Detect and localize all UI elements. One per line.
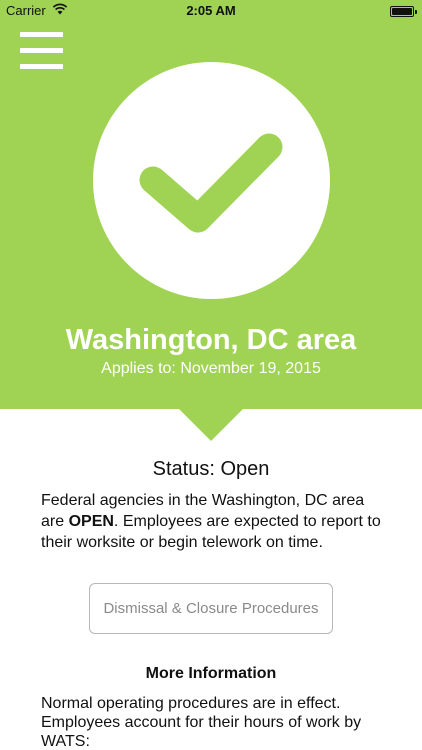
status-emphasis: OPEN <box>68 513 114 530</box>
menu-bar <box>20 64 63 69</box>
status-heading: Status: Open <box>152 458 270 480</box>
clock: 2:05 AM <box>186 3 236 18</box>
more-information-heading: More Information <box>145 665 277 682</box>
status-icon-circle <box>93 62 330 299</box>
menu-bar <box>20 48 63 53</box>
dismissal-closure-procedures-button[interactable]: Dismissal & Closure Procedures <box>89 583 333 634</box>
more-information-text: Normal operating procedures are in effec… <box>41 695 362 750</box>
applies-to-date: Applies to: November 19, 2015 <box>101 360 321 377</box>
hamburger-menu-icon[interactable] <box>20 32 63 70</box>
status-bar: Carrier 2:05 AM <box>0 0 422 22</box>
status-description: Federal agencies in the Washington, DC a… <box>41 490 391 553</box>
area-title: Washington, DC area <box>65 324 357 356</box>
menu-bar <box>20 32 63 37</box>
battery-icon <box>390 6 417 17</box>
header-pointer <box>178 408 244 441</box>
checkmark-icon <box>139 133 283 233</box>
